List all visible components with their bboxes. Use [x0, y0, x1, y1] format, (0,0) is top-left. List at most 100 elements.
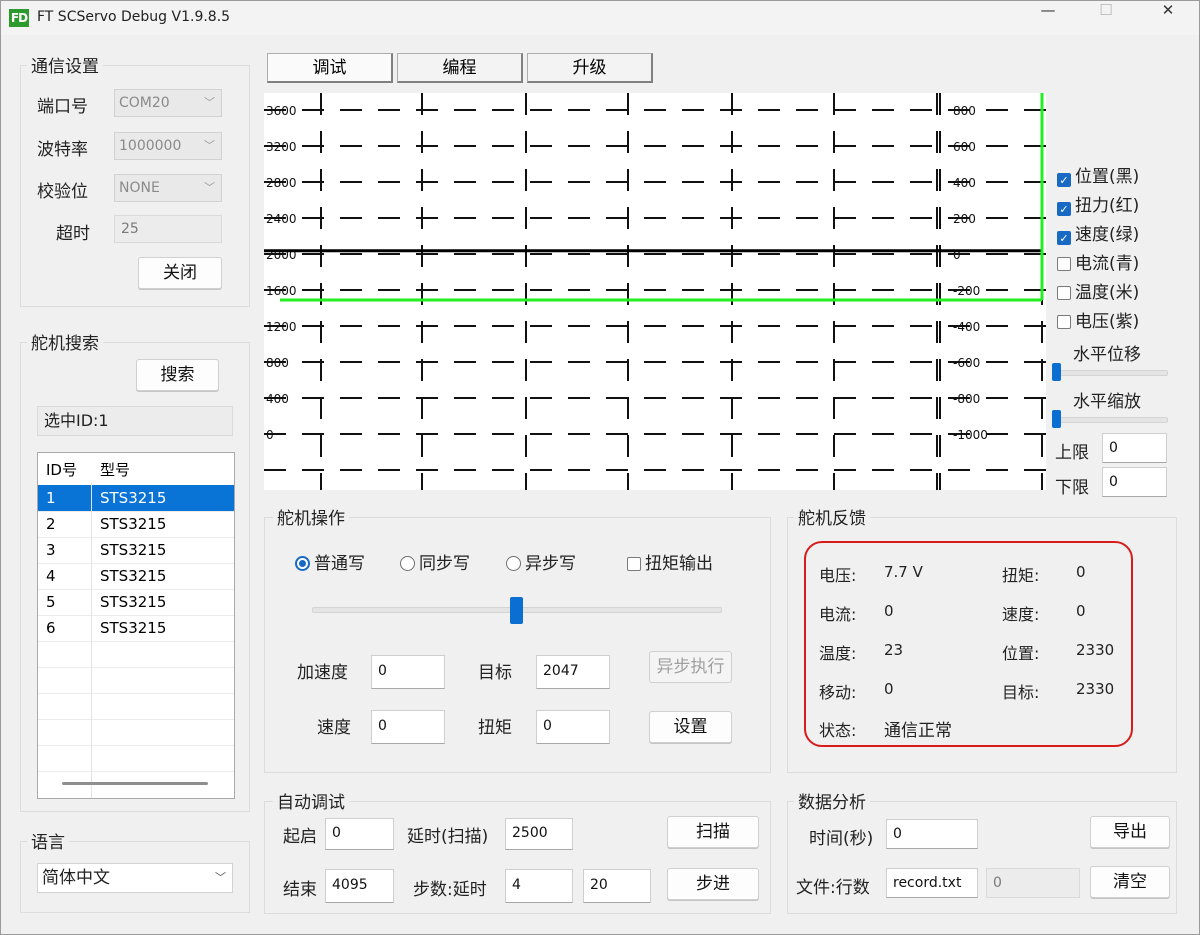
horizontal-zoom-track [1056, 417, 1168, 423]
servo-model-cell: STS3215 [100, 619, 167, 637]
left-axis-tick-label: 3600 [266, 104, 297, 118]
radio-async-write[interactable]: 异步写 [506, 549, 576, 574]
right-axis-tick-label: -200 [953, 284, 980, 298]
servo-id-cell: 2 [46, 515, 56, 533]
close-window-button[interactable]: ✕ [1145, 1, 1191, 35]
async-execute-button[interactable]: 异步执行 [649, 651, 732, 683]
right-axis-tick-label: 400 [953, 176, 976, 190]
target-input[interactable]: 2047 [536, 655, 610, 689]
close-port-button[interactable]: 关闭 [138, 257, 222, 289]
window-title: FT SCServo Debug V1.9.8.5 [37, 9, 231, 25]
legend-checkbox-4[interactable]: 温度(米) [1057, 278, 1139, 303]
upper-limit-input[interactable]: 0 [1102, 433, 1167, 463]
search-button[interactable]: 搜索 [136, 359, 219, 391]
minimize-button[interactable]: — [1025, 1, 1071, 35]
legend-checkbox-1[interactable]: ✓ 扭力(红) [1057, 191, 1139, 216]
servo-model-cell: STS3215 [100, 489, 167, 507]
servo-model-cell: STS3215 [100, 541, 167, 559]
time-input[interactable]: 0 [886, 819, 978, 849]
clear-button[interactable]: 清空 [1090, 866, 1170, 898]
radio-normal-write[interactable]: 普通写 [295, 549, 365, 574]
tab-upgrade[interactable]: 升级 [527, 53, 653, 83]
list-item-empty [38, 745, 234, 772]
parity-label: 校验位 [37, 182, 88, 202]
radio-sync-write[interactable]: 同步写 [400, 549, 470, 574]
selected-id-display: 选中ID:1 [37, 406, 233, 436]
step-input[interactable]: 4 [505, 869, 573, 903]
horizontal-shift-track [1056, 370, 1168, 376]
radio-normal-label: 普通写 [314, 554, 365, 574]
lower-limit-input[interactable]: 0 [1102, 467, 1167, 497]
checkbox-icon [1057, 257, 1071, 271]
file-rows-label: 文件:行数 [796, 878, 870, 898]
timeout-input[interactable]: 25 [114, 215, 222, 243]
delay-scan-label: 延时(扫描) [407, 827, 489, 847]
step-delay-label: 步数:延时 [413, 880, 487, 900]
set-button[interactable]: 设置 [649, 711, 732, 743]
legend-checkbox-5[interactable]: 电压(紫) [1057, 307, 1139, 332]
tab-debug[interactable]: 调试 [267, 53, 393, 83]
port-select[interactable]: COM20 ﹀ [114, 89, 222, 117]
move-label: 移动: [819, 683, 857, 702]
status-value: 通信正常 [884, 721, 952, 741]
list-item[interactable]: 1 STS3215 [38, 485, 234, 512]
baud-select[interactable]: 1000000 ﹀ [114, 132, 222, 160]
list-item[interactable]: 4 STS3215 [38, 563, 234, 590]
fb-target-value: 2330 [1076, 680, 1115, 698]
position-slider[interactable] [510, 597, 523, 624]
delay-scan-input[interactable]: 2500 [505, 818, 573, 850]
tab-program[interactable]: 编程 [397, 53, 523, 83]
start-input[interactable]: 0 [325, 818, 394, 850]
language-select[interactable]: 简体中文 ﹀ [37, 863, 233, 893]
servo-list[interactable]: ID号 型号 1 STS3215 2 STS3215 3 STS3215 4 STS3215 5… [37, 452, 235, 799]
right-axis-tick-label: 800 [953, 104, 976, 118]
main-window: FD FT SCServo Debug V1.9.8.5 — ☐ ✕ 通信设置 … [0, 0, 1200, 935]
voltage-value: 7.7 V [884, 563, 923, 581]
list-item[interactable]: 5 STS3215 [38, 589, 234, 616]
checkbox-icon [1057, 286, 1071, 300]
legend-label: 速度(绿) [1075, 225, 1140, 245]
maximize-button[interactable]: ☐ [1083, 1, 1129, 35]
servo-feedback-title: 舵机反馈 [794, 504, 870, 529]
left-axis-tick-label: 1200 [266, 320, 297, 334]
col-model-header: 型号 [100, 461, 131, 479]
parity-select[interactable]: NONE ﹀ [114, 174, 222, 202]
left-axis-tick-label: 3200 [266, 140, 297, 154]
torque-label: 扭矩 [478, 718, 512, 738]
rows-input: 0 [986, 868, 1080, 898]
torque-input[interactable]: 0 [536, 710, 610, 744]
accel-input[interactable]: 0 [371, 655, 445, 689]
current-value: 0 [884, 602, 894, 620]
horizontal-shift-label: 水平位移 [1073, 345, 1141, 365]
step-button[interactable]: 步进 [667, 868, 759, 900]
list-item[interactable]: 6 STS3215 [38, 615, 234, 642]
torque-output-label: 扭矩输出 [645, 554, 713, 574]
export-button[interactable]: 导出 [1090, 816, 1170, 848]
scan-button[interactable]: 扫描 [667, 816, 759, 848]
servo-id-cell: 1 [46, 489, 56, 507]
horizontal-zoom-slider[interactable] [1052, 410, 1061, 428]
torque-output-checkbox[interactable]: 扭矩输出 [627, 549, 713, 574]
legend-label: 电流(青) [1075, 254, 1140, 274]
file-input[interactable]: record.txt [886, 868, 978, 898]
speed-input[interactable]: 0 [371, 710, 445, 744]
temp-value: 23 [884, 641, 904, 659]
chevron-down-icon: ﹀ [204, 139, 215, 152]
list-item-empty [38, 719, 234, 746]
legend-checkbox-0[interactable]: ✓ 位置(黑) [1057, 162, 1139, 187]
list-item[interactable]: 2 STS3215 [38, 511, 234, 538]
end-input[interactable]: 4095 [325, 869, 394, 903]
list-item[interactable]: 3 STS3215 [38, 537, 234, 564]
speed-label: 速度 [317, 718, 351, 738]
legend-label: 扭力(红) [1075, 196, 1140, 216]
legend-checkbox-2[interactable]: ✓ 速度(绿) [1057, 220, 1139, 245]
horizontal-shift-slider[interactable] [1052, 363, 1061, 381]
left-axis-tick-label: 2800 [266, 176, 297, 190]
column-divider [91, 483, 92, 798]
accel-label: 加速度 [297, 663, 348, 683]
voltage-label: 电压: [819, 566, 857, 585]
legend-checkbox-3[interactable]: 电流(青) [1057, 249, 1139, 274]
right-axis-tick-label: -1000 [953, 428, 988, 442]
horizontal-scrollbar[interactable] [62, 782, 208, 785]
step-delay-input[interactable]: 20 [583, 869, 651, 903]
